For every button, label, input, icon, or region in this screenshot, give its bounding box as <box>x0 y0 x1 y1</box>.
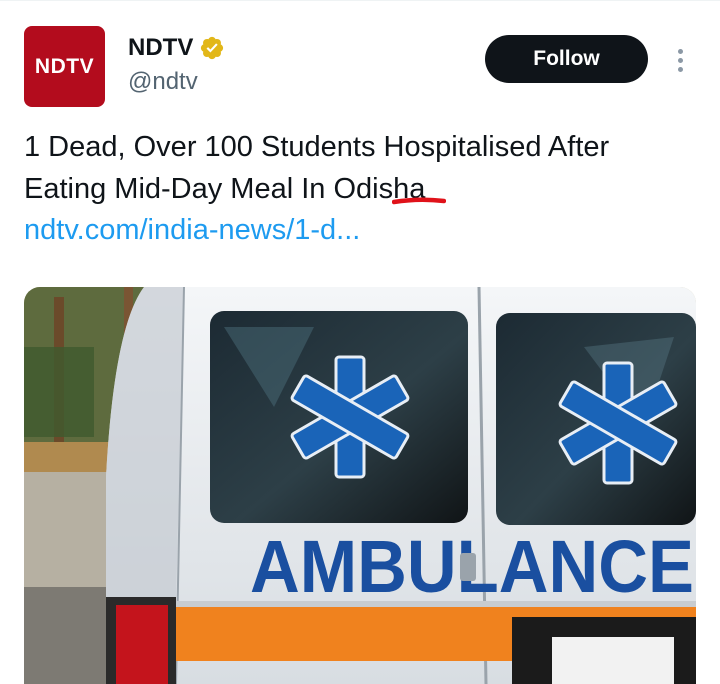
tweet-media-image[interactable]: AMBULANCE <box>24 287 696 684</box>
author-name-row: NDTV <box>128 34 225 62</box>
more-dot <box>677 57 683 63</box>
more-dot <box>677 66 683 72</box>
tweet-text-line-1: 1 Dead, Over 100 Students Hospitalised A… <box>24 131 610 163</box>
red-underline-annotation <box>392 197 446 205</box>
more-options-icon[interactable] <box>668 44 692 76</box>
tweet-text: 1 Dead, Over 100 Students Hospitalised A… <box>24 126 704 210</box>
user-handle[interactable]: @ndtv <box>128 68 198 96</box>
article-link[interactable]: ndtv.com/india-news/1-d... <box>24 210 360 250</box>
follow-button[interactable]: Follow <box>485 35 648 83</box>
tweet-text-line-2: Eating Mid-Day Meal In Odisha <box>24 173 426 205</box>
top-divider <box>0 0 720 1</box>
more-dot <box>677 48 683 54</box>
verified-badge-icon[interactable] <box>199 35 225 61</box>
display-name[interactable]: NDTV <box>128 34 193 62</box>
avatar[interactable]: NDTV <box>24 26 105 107</box>
ambulance-photo: AMBULANCE <box>24 287 696 684</box>
avatar-logo-text: NDTV <box>34 54 95 78</box>
